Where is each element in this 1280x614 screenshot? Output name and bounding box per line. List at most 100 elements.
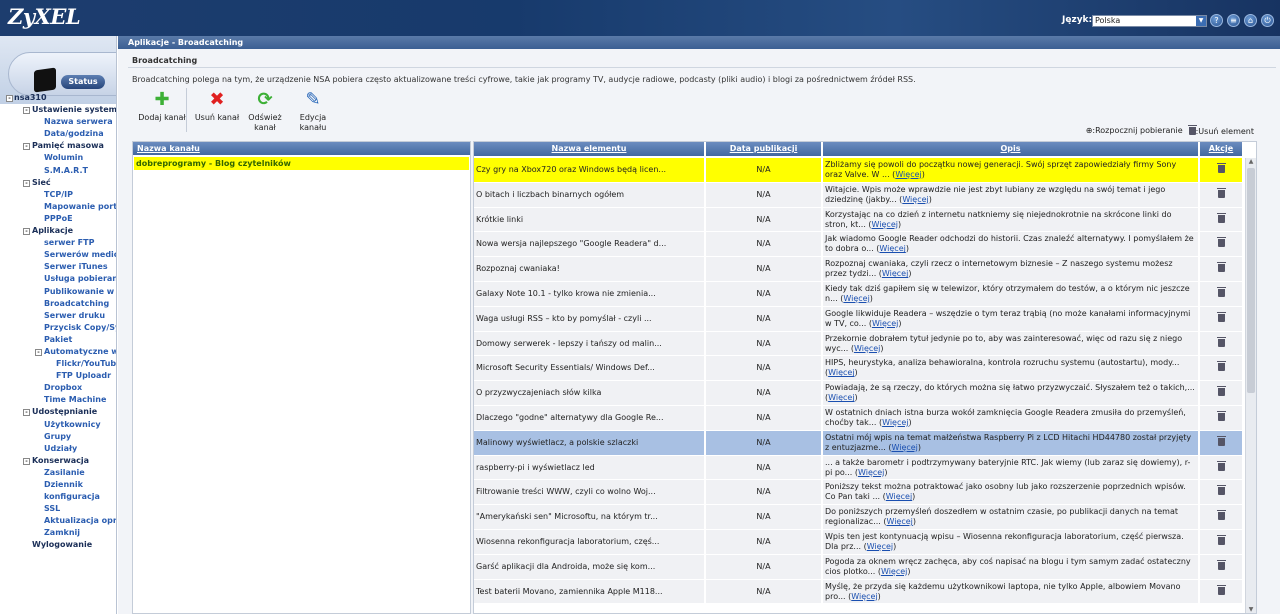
item-name-cell[interactable]: Rozpoznaj cwaniaka!: [474, 257, 704, 281]
trash-icon[interactable]: [1216, 237, 1226, 248]
sidebar-item[interactable]: Nazwa serwera: [6, 116, 116, 128]
help-icon[interactable]: ?: [1210, 14, 1223, 27]
trash-icon[interactable]: [1216, 286, 1226, 297]
sidebar-item[interactable]: Zamknij: [6, 527, 116, 539]
scroll-up-icon[interactable]: ▲: [1246, 158, 1256, 166]
table-row[interactable]: O bitach i liczbach binarnych ogółem N/A W…: [474, 182, 1246, 208]
collapse-toggle-icon[interactable]: -: [23, 179, 30, 187]
sidebar-item[interactable]: Dropbox: [6, 382, 116, 394]
sidebar-item[interactable]: FTP Uploadr: [6, 370, 116, 382]
sidebar-item[interactable]: - Aplikacje: [6, 225, 116, 237]
sidebar-item[interactable]: - nsa310: [6, 92, 116, 104]
more-link[interactable]: Więcej: [872, 220, 898, 229]
column-header-name[interactable]: Nazwa elementu: [474, 142, 704, 156]
edit-channel-button[interactable]: ✎ Edycja kanału: [289, 88, 337, 136]
table-row[interactable]: raspberry-pi i wyświetlacz led N/A... a t…: [474, 455, 1246, 481]
sidebar-item[interactable]: - Udostępnianie: [6, 406, 116, 418]
trash-icon[interactable]: [1216, 435, 1226, 446]
table-row[interactable]: Domowy serwerek - lepszy i tańszy od mal…: [474, 331, 1246, 357]
trash-icon[interactable]: [1216, 163, 1226, 173]
sidebar-item[interactable]: TCP/IP: [6, 189, 116, 201]
status-tab[interactable]: Status: [8, 52, 116, 96]
table-row[interactable]: Test baterii Movano, zamiennika Apple M1…: [474, 579, 1246, 605]
sidebar-item[interactable]: Pakiet: [6, 334, 116, 346]
language-select[interactable]: Polska ▼: [1092, 15, 1207, 27]
trash-icon[interactable]: [1216, 311, 1226, 322]
column-header-date[interactable]: Data publikacji: [706, 142, 821, 156]
more-link[interactable]: Więcej: [886, 517, 912, 526]
sidebar-item[interactable]: Udziały: [6, 443, 116, 455]
collapse-toggle-icon[interactable]: -: [23, 457, 30, 465]
status-button[interactable]: Status: [61, 75, 105, 89]
trash-icon[interactable]: [1216, 559, 1226, 570]
item-name-cell[interactable]: Filtrowanie treści WWW, czyli co wolno W…: [474, 480, 704, 505]
item-name-cell[interactable]: Nowa wersja najlepszego "Google Readera"…: [474, 232, 704, 257]
item-name-cell[interactable]: Waga usługi RSS – kto by pomyślał - czyl…: [474, 306, 704, 331]
table-row[interactable]: Microsoft Security Essentials/ Windows D…: [474, 356, 1246, 382]
sidebar-item[interactable]: Serwer druku: [6, 310, 116, 322]
sidebar-item[interactable]: - Sieć: [6, 177, 116, 189]
trash-icon[interactable]: [1216, 584, 1226, 595]
scrollbar-thumb[interactable]: [1247, 168, 1255, 393]
sidebar-item[interactable]: serwer FTP: [6, 237, 116, 249]
more-link[interactable]: Więcej: [828, 368, 854, 377]
collapse-toggle-icon[interactable]: -: [6, 95, 13, 102]
sidebar-item[interactable]: S.M.A.R.T: [6, 165, 116, 177]
item-name-cell[interactable]: Garść aplikacji dla Androida, może się k…: [474, 554, 704, 579]
more-link[interactable]: Więcej: [828, 393, 854, 402]
item-name-cell[interactable]: Dlaczego "godne" alternatywy dla Google …: [474, 405, 704, 430]
trash-icon[interactable]: [1216, 212, 1226, 223]
collapse-toggle-icon[interactable]: -: [23, 409, 30, 417]
sidebar-item[interactable]: Broadcatching: [6, 298, 116, 310]
table-row[interactable]: Waga usługi RSS – kto by pomyślał - czyl…: [474, 306, 1246, 332]
more-link[interactable]: Więcej: [854, 344, 880, 353]
more-link[interactable]: Więcej: [895, 170, 921, 179]
trash-icon[interactable]: [1216, 262, 1226, 273]
sidebar-item[interactable]: Mapowanie portów: [6, 201, 116, 213]
sidebar-item[interactable]: Wylogowanie: [6, 539, 116, 551]
collapse-toggle-icon[interactable]: -: [35, 348, 42, 356]
table-row[interactable]: "Amerykański sen" Microsoftu, na którym …: [474, 505, 1246, 530]
trash-icon[interactable]: [1216, 534, 1226, 545]
sidebar-item[interactable]: Przycisk Copy/Sync: [6, 322, 116, 334]
item-name-cell[interactable]: Malinowy wyświetlacz, a polskie szlaczki: [474, 430, 704, 455]
sidebar-item[interactable]: Usługa pobierania: [6, 273, 116, 285]
collapse-toggle-icon[interactable]: -: [23, 228, 30, 236]
sidebar-item[interactable]: Serwerów mediów: [6, 249, 116, 261]
trash-icon[interactable]: [1216, 386, 1226, 397]
sidebar-item[interactable]: Flickr/YouTube: [6, 358, 116, 370]
more-link[interactable]: Więcej: [882, 418, 908, 427]
scroll-down-icon[interactable]: ▼: [1246, 606, 1256, 613]
item-name-cell[interactable]: Krótkie linki: [474, 207, 704, 232]
sidebar-item[interactable]: Użytkownicy: [6, 419, 116, 431]
more-link[interactable]: Więcej: [843, 294, 869, 303]
more-link[interactable]: Więcej: [858, 468, 884, 477]
sidebar-item[interactable]: - Pamięć masowa: [6, 140, 116, 152]
table-row[interactable]: Garść aplikacji dla Androida, może się k…: [474, 554, 1246, 580]
sidebar-item[interactable]: - Ustawienie systemu: [6, 104, 116, 116]
sidebar-item[interactable]: - Konserwacja: [6, 455, 116, 467]
more-link[interactable]: Więcej: [882, 269, 908, 278]
sitemap-icon[interactable]: ≡: [1227, 14, 1240, 27]
sidebar-item[interactable]: Serwer iTunes: [6, 261, 116, 273]
refresh-channel-button[interactable]: ⟳ Odśwież kanał: [241, 88, 289, 136]
table-row[interactable]: O przyzwyczajeniach słów kilka N/A Powiada…: [474, 381, 1246, 406]
collapse-toggle-icon[interactable]: -: [23, 143, 30, 151]
sidebar-item[interactable]: -Automatyczne wysyłanie: [6, 346, 116, 358]
more-link[interactable]: Więcej: [902, 195, 928, 204]
item-name-cell[interactable]: O bitach i liczbach binarnych ogółem: [474, 182, 704, 207]
item-name-cell[interactable]: Domowy serwerek - lepszy i tańszy od mal…: [474, 331, 704, 356]
more-link[interactable]: Więcej: [867, 542, 893, 551]
table-row[interactable]: Dlaczego "godne" alternatywy dla Google …: [474, 405, 1246, 431]
item-name-cell[interactable]: Microsoft Security Essentials/ Windows D…: [474, 356, 704, 381]
item-name-cell[interactable]: Czy gry na Xbox720 oraz Windows będą lic…: [474, 158, 704, 182]
channel-column-header[interactable]: Nazwa kanału: [133, 142, 470, 155]
more-link[interactable]: Więcej: [881, 567, 907, 576]
column-header-description[interactable]: Opis: [823, 142, 1198, 156]
logout-icon[interactable]: ⏻: [1261, 14, 1274, 27]
sidebar-item[interactable]: Time Machine: [6, 394, 116, 406]
more-link[interactable]: Więcej: [879, 244, 905, 253]
table-row[interactable]: Wiosenna rekonfiguracja laboratorium, cz…: [474, 529, 1246, 555]
table-row[interactable]: Krótkie linki N/A Korzystając na co dzień …: [474, 207, 1246, 233]
sidebar-item[interactable]: Grupy: [6, 431, 116, 443]
